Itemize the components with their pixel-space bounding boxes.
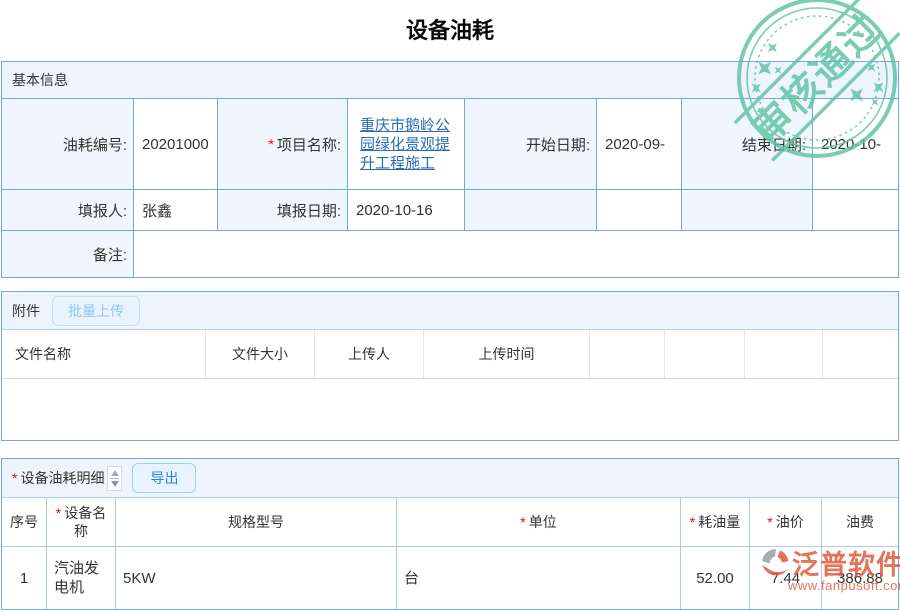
col-file-name: 文件名称 (2, 330, 206, 378)
remark-label: 备注: (2, 231, 133, 277)
project-name-link[interactable]: 重庆市鹅岭公园绿化景观提升工程施工 (360, 116, 452, 173)
stepper-divider (110, 478, 119, 479)
empty-label-cell (682, 190, 812, 230)
required-asterisk: * (12, 470, 17, 486)
col-uploader: 上传人 (315, 330, 424, 378)
export-button[interactable]: 导出 (132, 463, 196, 493)
fill-date-label: 填报日期: (218, 190, 347, 230)
col-fuel-cost: 油费 (822, 498, 898, 546)
col-spec-model: 规格型号 (116, 498, 397, 546)
project-name-cell: 重庆市鹅岭公园绿化景观提升工程施工 (348, 99, 464, 189)
start-date-label: 开始日期: (465, 99, 596, 189)
end-date-value: 2020-10- (813, 99, 898, 189)
required-asterisk: * (520, 513, 525, 531)
remark-value (134, 231, 898, 277)
oil-number-value: 20201000 (134, 99, 217, 189)
empty-label-cell (465, 190, 596, 230)
required-asterisk: * (690, 514, 695, 530)
basic-info-section-title: 基本信息 (2, 62, 898, 98)
attachments-empty-body (2, 379, 898, 440)
attachments-bar: 附件 批量上传 (2, 292, 898, 330)
stepper-up-icon[interactable] (111, 470, 119, 476)
empty-value-cell (597, 190, 681, 230)
project-name-label: *项目名称: (218, 99, 347, 189)
required-asterisk: * (268, 136, 273, 152)
attachments-section: 附件 批量上传 文件名称 文件大小 上传人 上传时间 (1, 291, 899, 441)
filler-label: 填报人: (2, 190, 133, 230)
row-count-stepper[interactable] (107, 466, 122, 491)
col-upload-time: 上传时间 (424, 330, 590, 378)
col-empty (823, 330, 898, 378)
stepper-down-icon[interactable] (111, 481, 119, 487)
empty-value-cell (813, 190, 898, 230)
col-empty (665, 330, 745, 378)
fuel-detail-header-row: 序号 *设备名称 规格型号 *单位 *耗油量 *油价 油费 (2, 498, 898, 547)
col-file-size: 文件大小 (206, 330, 315, 378)
attachments-section-title: 附件 (12, 301, 40, 321)
col-empty (590, 330, 665, 378)
end-date-label: 结束日期: (682, 99, 812, 189)
col-seq: 序号 (2, 498, 47, 546)
required-asterisk: * (767, 513, 772, 531)
col-unit: *单位 (397, 498, 681, 546)
col-fuel-price: *油价 (750, 498, 822, 546)
fuel-detail-section: * 设备油耗明细 导出 序号 *设备名称 规格型号 *单位 *耗油量 *油价 油… (1, 458, 899, 610)
col-device-name: *设备名称 (47, 498, 116, 546)
col-fuel-consumption: *耗油量 (681, 498, 750, 546)
required-asterisk: * (56, 505, 61, 521)
col-empty (745, 330, 823, 378)
fill-date-value: 2020-10-16 (348, 190, 464, 230)
batch-upload-button[interactable]: 批量上传 (52, 296, 140, 326)
fuel-detail-bar: * 设备油耗明细 导出 (2, 459, 898, 498)
filler-value: 张鑫 (134, 190, 217, 230)
page-title: 设备油耗 (0, 13, 900, 45)
attachments-header-row: 文件名称 文件大小 上传人 上传时间 (2, 330, 898, 379)
fuel-detail-section-title: 设备油耗明细 (20, 468, 104, 488)
oil-number-label: 油耗编号: (2, 99, 133, 189)
start-date-value: 2020-09- (597, 99, 681, 189)
basic-info-table: 基本信息 油耗编号: 20201000 *项目名称: 重庆市鹅岭公园绿化景观提升… (1, 61, 899, 278)
